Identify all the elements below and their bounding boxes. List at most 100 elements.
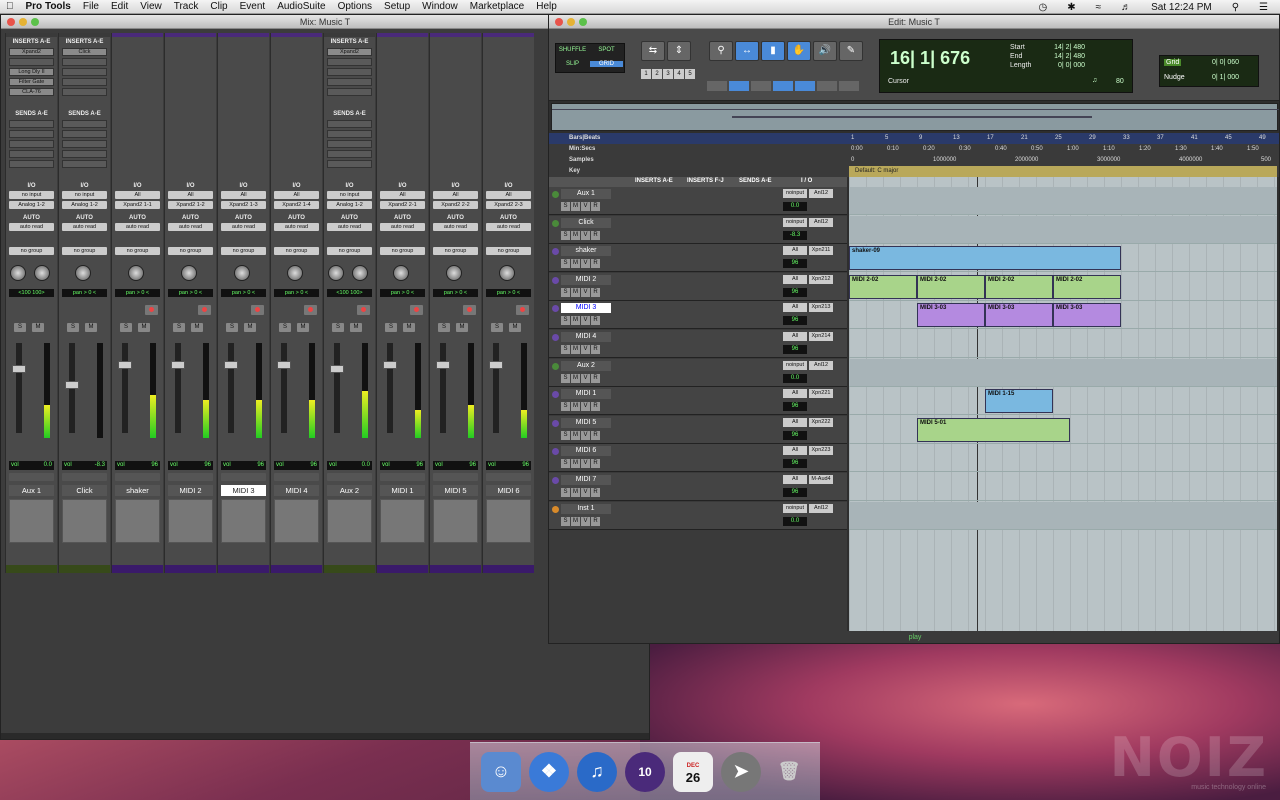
send-slot[interactable]	[62, 120, 107, 128]
track-row[interactable]: MIDI 7 S M V R All M-Aud4 96	[549, 473, 847, 501]
pan-value[interactable]: pan > 0 <	[380, 289, 425, 297]
solo-button[interactable]: S	[120, 323, 132, 332]
pan-value[interactable]: pan > 0 <	[274, 289, 319, 297]
menu-options[interactable]: Options	[332, 1, 378, 12]
insert-slot[interactable]	[62, 78, 107, 86]
timeline-area[interactable]: shaker-09 MIDI 2-02 MIDI 2-02 MIDI 2-02 MIDI…	[849, 177, 1277, 637]
volume-readout[interactable]: vol 96	[115, 461, 160, 470]
volume-readout[interactable]: vol 96	[221, 461, 266, 470]
output-selector[interactable]: Xpand2 2-2	[433, 201, 478, 209]
input-selector[interactable]: All	[221, 191, 266, 199]
solo-button[interactable]: S	[561, 259, 570, 269]
output-selector[interactable]: Analog 1-2	[62, 201, 107, 209]
track-name[interactable]: Click	[62, 485, 107, 496]
track-row[interactable]: MIDI 4 S M V R All Xpn214 96	[549, 330, 847, 358]
track-name-field[interactable]: shaker	[561, 246, 611, 257]
insert-slot[interactable]	[327, 68, 372, 76]
input-selector[interactable]: All	[168, 191, 213, 199]
zoom-preset-button[interactable]: 2	[652, 69, 662, 79]
solo-button[interactable]: S	[561, 202, 570, 211]
mirrored-midi-icon[interactable]	[773, 81, 793, 91]
track-row[interactable]: MIDI 3 S M V R All Xpn213 96	[549, 301, 847, 330]
pan-value[interactable]: pan > 0 <	[168, 289, 213, 297]
track-row[interactable]: shaker S M V R All Xpn211 96	[549, 244, 847, 273]
zoom-toggle-icon[interactable]: ⇆	[641, 41, 665, 61]
track-output-selector[interactable]: Anl12	[809, 360, 833, 370]
mute-button[interactable]: M	[85, 323, 97, 332]
pan-value[interactable]: pan > 0 <	[62, 289, 107, 297]
solo-button[interactable]: S	[561, 373, 570, 383]
pan-right-knob[interactable]	[34, 265, 50, 281]
timeline-lane[interactable]	[849, 501, 1277, 530]
output-selector[interactable]: Analog 1-2	[9, 201, 54, 209]
insert-slot[interactable]: Xpand2	[9, 48, 54, 56]
track-output-selector[interactable]: Xpn223	[809, 446, 833, 456]
group-selector[interactable]: no group	[62, 247, 107, 255]
track-name[interactable]: MIDI 4	[274, 485, 319, 496]
wifi-icon[interactable]: ≈	[1090, 2, 1108, 13]
track-name[interactable]: Aux 1	[9, 485, 54, 496]
solo-button[interactable]: S	[561, 287, 570, 297]
record-button[interactable]: R	[591, 202, 600, 211]
midi-clip[interactable]: MIDI 2-02	[917, 274, 985, 299]
pencil-tool-icon[interactable]: ✎	[839, 41, 863, 61]
send-slot[interactable]	[62, 140, 107, 148]
track-comments[interactable]	[274, 499, 319, 543]
track-volume-value[interactable]: -8.3	[783, 230, 807, 240]
volume-fader-track[interactable]	[224, 343, 238, 433]
spotlight-search-icon[interactable]: ⚲	[1226, 2, 1245, 13]
solo-button[interactable]: S	[561, 316, 570, 326]
mute-button[interactable]: M	[403, 323, 415, 332]
track-volume-value[interactable]: 96	[783, 488, 807, 497]
record-button[interactable]: R	[591, 516, 600, 526]
automation-mode-selector[interactable]: auto read	[168, 223, 213, 231]
view-button[interactable]: V	[581, 316, 590, 326]
track-input-selector[interactable]: noinput	[783, 217, 807, 227]
zoom-preset-button[interactable]: 4	[674, 69, 684, 79]
track-volume-value[interactable]: 96	[783, 316, 807, 326]
track-volume-value[interactable]: 0.0	[783, 373, 807, 383]
tempo-value[interactable]: 80	[1116, 78, 1124, 85]
output-selector[interactable]: Xpand2 2-1	[380, 201, 425, 209]
mute-button[interactable]: M	[571, 516, 580, 526]
volume-fader-cap[interactable]	[489, 361, 503, 369]
mute-button[interactable]: M	[571, 230, 580, 240]
view-button[interactable]: V	[581, 373, 590, 383]
timeline-lane[interactable]	[849, 187, 1277, 215]
volume-readout[interactable]: vol 96	[380, 461, 425, 470]
volume-readout[interactable]: vol 0.0	[327, 461, 372, 470]
volume-fader-cap[interactable]	[277, 361, 291, 369]
zoomer-tool-icon[interactable]: ⚲	[709, 41, 733, 61]
nudge-label[interactable]: Nudge	[1164, 74, 1185, 81]
output-selector[interactable]: Xpand2 1-4	[274, 201, 319, 209]
track-output-selector[interactable]: Xpn213	[809, 303, 833, 313]
view-button[interactable]: V	[581, 230, 590, 240]
insert-slot[interactable]	[327, 58, 372, 66]
input-selector[interactable]: All	[115, 191, 160, 199]
menu-clip[interactable]: Clip	[204, 1, 233, 12]
record-enable-button[interactable]	[357, 305, 370, 315]
insert-slot[interactable]	[327, 88, 372, 96]
input-selector[interactable]: no input	[327, 191, 372, 199]
edit-minimize-button[interactable]	[567, 18, 575, 26]
launchpad-icon[interactable]: ➤	[721, 751, 761, 792]
trim-tool-icon[interactable]: ↔	[735, 41, 759, 61]
menu-marketplace[interactable]: Marketplace	[464, 1, 530, 12]
midi-clip[interactable]: MIDI 1-15	[985, 389, 1053, 414]
track-name-field[interactable]: Click	[561, 217, 611, 228]
time-machine-icon[interactable]: ◷	[1032, 2, 1053, 13]
volume-readout[interactable]: vol 96	[433, 461, 478, 470]
group-selector[interactable]: no group	[221, 247, 266, 255]
timeline-lane[interactable]	[849, 473, 1277, 501]
solo-button[interactable]: S	[14, 323, 26, 332]
mute-button[interactable]: M	[571, 402, 580, 412]
pan-value[interactable]: pan > 0 <	[433, 289, 478, 297]
shuffle-mode-button[interactable]: SHUFFLE	[556, 47, 589, 53]
input-selector[interactable]: All	[486, 191, 531, 199]
solo-button[interactable]: S	[561, 459, 570, 469]
track-output-selector[interactable]: Xpn221	[809, 389, 833, 399]
solo-button[interactable]: S	[332, 323, 344, 332]
mute-button[interactable]: M	[244, 323, 256, 332]
pan-knob[interactable]	[446, 265, 462, 281]
mute-button[interactable]: M	[571, 345, 580, 354]
